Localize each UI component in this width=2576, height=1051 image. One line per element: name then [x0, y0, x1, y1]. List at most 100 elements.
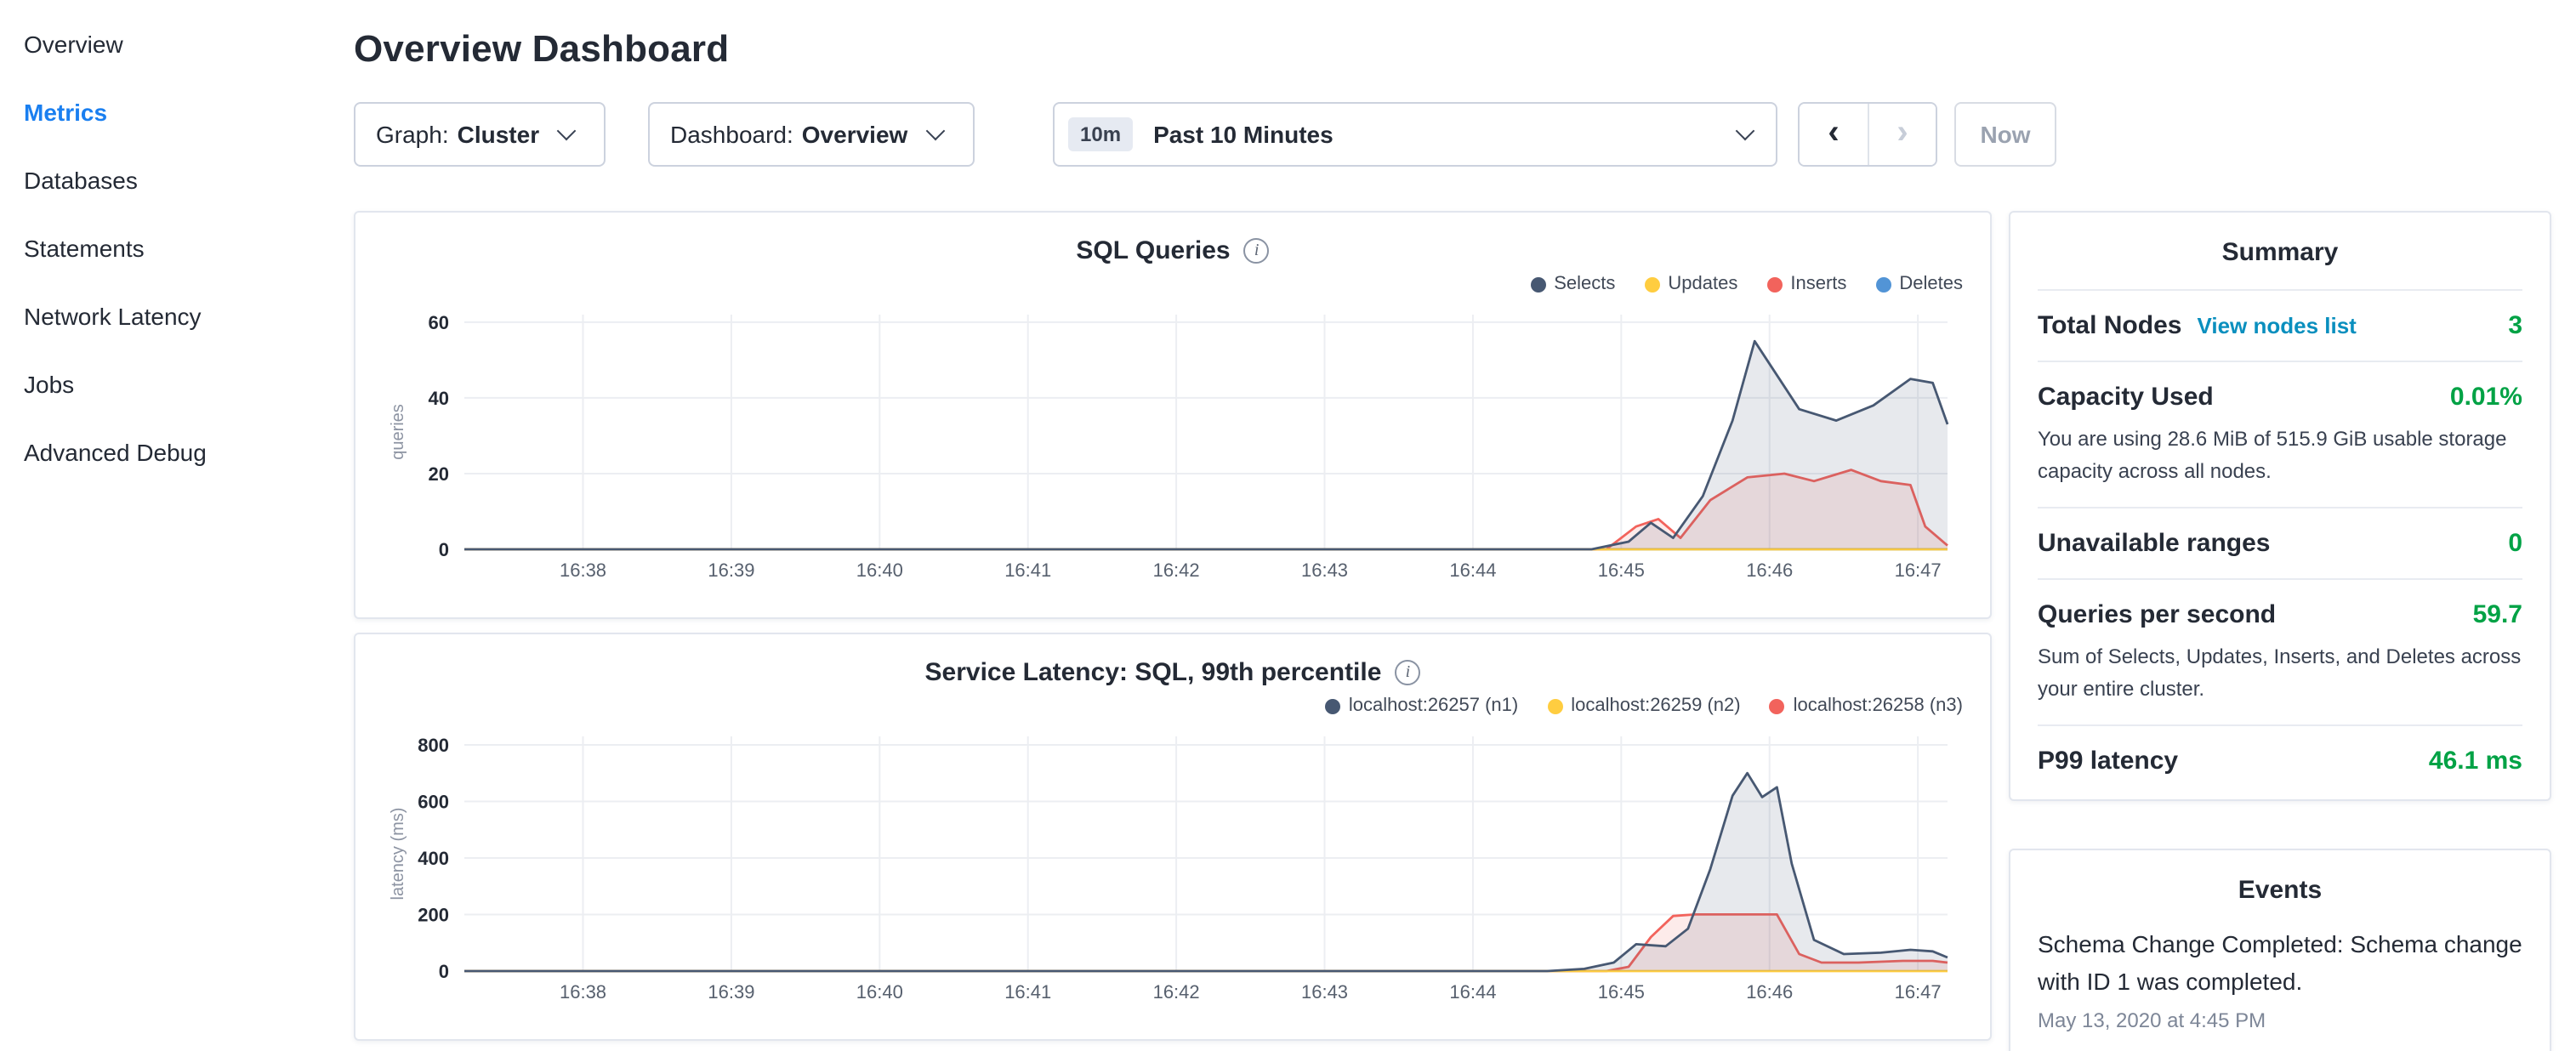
svg-text:16:38: 16:38: [560, 560, 606, 581]
chevron-down-icon: [557, 122, 577, 141]
svg-text:0: 0: [439, 539, 449, 560]
events-panel: Events Schema Change Completed: Schema c…: [2009, 849, 2551, 1051]
charts-column: SQL Queries i Selects Updates Inserts De…: [354, 211, 1992, 1051]
info-icon[interactable]: i: [1395, 659, 1420, 685]
time-range-badge: 10m: [1068, 117, 1133, 151]
app-frame: Overview Metrics Databases Statements Ne…: [0, 0, 2576, 1051]
graph-scope-dropdown[interactable]: Graph: Cluster: [354, 102, 606, 167]
time-range-value: Past 10 Minutes: [1153, 121, 1333, 148]
main-content: Overview Dashboard Graph: Cluster Dashbo…: [333, 0, 2576, 1051]
info-icon[interactable]: i: [1244, 237, 1270, 263]
time-next-button[interactable]: ›: [1868, 104, 1936, 165]
summary-value: 0: [2508, 529, 2522, 558]
svg-text:16:40: 16:40: [856, 981, 903, 1003]
svg-text:16:45: 16:45: [1598, 981, 1645, 1003]
legend-item-n3[interactable]: localhost:26258 (n3): [1770, 696, 1963, 716]
sidebar-item-jobs[interactable]: Jobs: [0, 350, 333, 418]
summary-label: Capacity Used: [2038, 383, 2214, 412]
legend-item-deletes[interactable]: Deletes: [1875, 274, 1963, 294]
legend-item-n2[interactable]: localhost:26259 (n2): [1547, 696, 1740, 716]
summary-label: Queries per second: [2038, 600, 2276, 629]
series-color-dot: [1766, 276, 1782, 292]
legend-item-n1[interactable]: localhost:26257 (n1): [1325, 696, 1518, 716]
chart-legend: localhost:26257 (n1) localhost:26259 (n2…: [383, 692, 1963, 719]
series-color-dot: [1644, 276, 1659, 292]
chevron-down-icon: [925, 122, 945, 141]
svg-text:16:40: 16:40: [856, 560, 903, 581]
legend-item-updates[interactable]: Updates: [1644, 274, 1737, 294]
sidebar-item-statements[interactable]: Statements: [0, 214, 333, 282]
chart-body: 020406016:3816:3916:4016:4116:4216:4316:…: [383, 301, 1963, 599]
series-color-dot: [1530, 276, 1545, 292]
page-title: Overview Dashboard: [354, 27, 2552, 71]
svg-text:16:42: 16:42: [1153, 560, 1200, 581]
summary-panel: Summary Total Nodes View nodes list 3 Ca…: [2009, 211, 2551, 802]
series-color-dot: [1875, 276, 1891, 292]
dashboard-dropdown-label: Dashboard:: [670, 121, 793, 148]
svg-text:400: 400: [418, 848, 449, 869]
svg-text:20: 20: [429, 463, 449, 485]
left-nav: Overview Metrics Databases Statements Ne…: [0, 0, 333, 1051]
screenshot-root: Overview Metrics Databases Statements Ne…: [0, 0, 2576, 1051]
summary-description: You are using 28.6 MiB of 515.9 GiB usab…: [2038, 423, 2522, 486]
summary-label: Total Nodes: [2038, 311, 2181, 340]
svg-text:0: 0: [439, 961, 449, 982]
chart-body: 020040060080016:3816:3916:4016:4116:4216…: [383, 723, 1963, 1020]
view-nodes-list-link[interactable]: View nodes list: [2197, 313, 2356, 338]
svg-text:200: 200: [418, 904, 449, 925]
graph-scope-value: Cluster: [458, 121, 539, 148]
legend-item-selects[interactable]: Selects: [1530, 274, 1615, 294]
svg-text:16:47: 16:47: [1895, 981, 1942, 1003]
event-timestamp: May 13, 2020 at 4:45 PM: [2038, 1008, 2522, 1032]
event-item[interactable]: Schema Change Completed: Schema change w…: [2038, 928, 2522, 1032]
summary-row-queries-per-second: Queries per second 59.7 Sum of Selects, …: [2038, 578, 2522, 724]
dashboard-dropdown[interactable]: Dashboard: Overview: [648, 102, 975, 167]
chevron-down-icon: [1736, 122, 1755, 141]
svg-text:16:46: 16:46: [1746, 981, 1793, 1003]
series-color-dot: [1547, 698, 1562, 713]
events-header: Events: [2038, 851, 2522, 928]
svg-text:16:45: 16:45: [1598, 560, 1645, 581]
summary-label: P99 latency: [2038, 747, 2178, 776]
summary-value: 46.1 ms: [2429, 747, 2522, 776]
svg-text:16:44: 16:44: [1449, 981, 1496, 1003]
svg-text:60: 60: [429, 312, 449, 333]
summary-description: Sum of Selects, Updates, Inserts, and De…: [2038, 641, 2522, 704]
summary-header: Summary: [2038, 213, 2522, 289]
service-latency-panel: Service Latency: SQL, 99th percentile i …: [354, 633, 1992, 1041]
dashboard-dropdown-value: Overview: [802, 121, 908, 148]
now-button[interactable]: Now: [1954, 102, 2056, 167]
chart-title-row: Service Latency: SQL, 99th percentile i: [383, 655, 1963, 689]
sidebar-item-advanced-debug[interactable]: Advanced Debug: [0, 418, 333, 486]
summary-label: Unavailable ranges: [2038, 529, 2270, 558]
dashboard-body: SQL Queries i Selects Updates Inserts De…: [354, 211, 2552, 1051]
graph-scope-label: Graph:: [376, 121, 449, 148]
time-prev-button[interactable]: ‹: [1800, 104, 1868, 165]
chart-title: SQL Queries: [1076, 236, 1230, 264]
svg-text:queries: queries: [389, 404, 407, 460]
svg-text:latency (ms): latency (ms): [389, 808, 407, 900]
admin-ui-viewport: Overview Metrics Databases Statements Ne…: [0, 0, 2576, 1051]
svg-text:600: 600: [418, 791, 449, 812]
time-range-selector[interactable]: 10m Past 10 Minutes: [1053, 102, 1777, 167]
series-color-dot: [1770, 698, 1785, 713]
sidebar-item-network-latency[interactable]: Network Latency: [0, 282, 333, 350]
service-latency-chart: 020040060080016:3816:3916:4016:4116:4216…: [383, 723, 1965, 1012]
legend-item-inserts[interactable]: Inserts: [1766, 274, 1846, 294]
summary-value: 0.01%: [2450, 383, 2522, 412]
svg-text:800: 800: [418, 735, 449, 756]
sidebar-item-databases[interactable]: Databases: [0, 146, 333, 214]
svg-text:16:43: 16:43: [1301, 981, 1348, 1003]
sidebar-item-overview[interactable]: Overview: [0, 10, 333, 78]
svg-text:16:46: 16:46: [1746, 560, 1793, 581]
series-color-dot: [1325, 698, 1340, 713]
svg-text:16:44: 16:44: [1449, 560, 1496, 581]
svg-text:16:43: 16:43: [1301, 560, 1348, 581]
svg-text:16:38: 16:38: [560, 981, 606, 1003]
sql-queries-chart: 020406016:3816:3916:4016:4116:4216:4316:…: [383, 301, 1965, 590]
summary-value: 59.7: [2473, 600, 2522, 629]
svg-text:16:41: 16:41: [1004, 560, 1051, 581]
svg-text:16:39: 16:39: [708, 981, 754, 1003]
sidebar-item-metrics[interactable]: Metrics: [0, 78, 333, 146]
sql-queries-panel: SQL Queries i Selects Updates Inserts De…: [354, 211, 1992, 619]
